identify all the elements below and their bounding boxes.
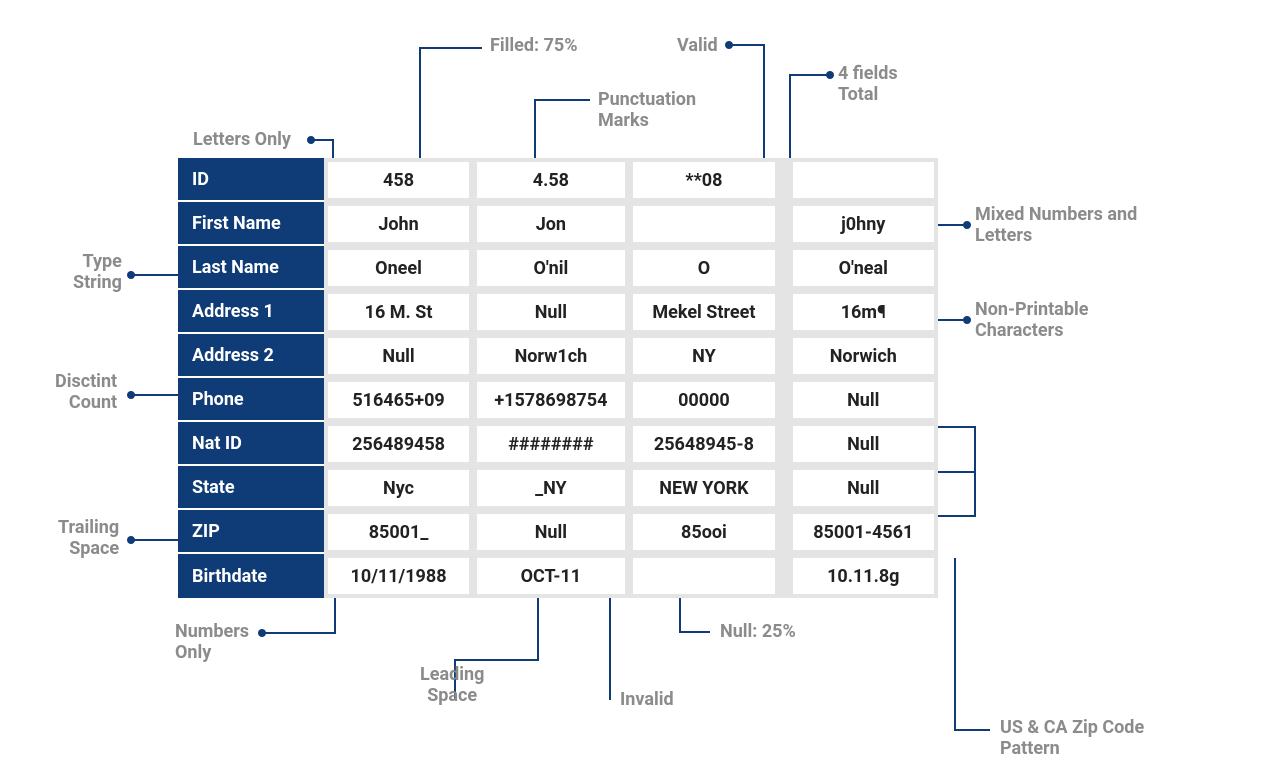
row-header: Address 2 — [178, 334, 324, 378]
table-row: Birthdate 10/11/1988 OCT-11 10.11.8g — [178, 554, 938, 598]
cell: Norwich — [789, 334, 938, 378]
cell: **08 — [629, 158, 779, 202]
table-row: Last Name Oneel O'nil O O'neal — [178, 246, 938, 290]
separator — [779, 158, 789, 202]
row-header: ZIP — [178, 510, 324, 554]
cell: NY — [629, 334, 779, 378]
separator — [779, 246, 789, 290]
cell: Jon — [473, 202, 629, 246]
cell: 85ooi — [629, 510, 779, 554]
diagram-stage: Filled: 75% Valid Punctuation Marks 4 fi… — [0, 0, 1276, 783]
annotation-punctuation: Punctuation Marks — [598, 90, 696, 131]
cell: ######## — [473, 422, 629, 466]
cell: _NY — [473, 466, 629, 510]
table-row: Nat ID 256489458 ######## 25648945-8 Nul… — [178, 422, 938, 466]
separator — [779, 334, 789, 378]
table-row: Address 2 Null Norw1ch NY Norwich — [178, 334, 938, 378]
cell: Norw1ch — [473, 334, 629, 378]
cell: 85001-4561 — [789, 510, 938, 554]
cell — [629, 202, 779, 246]
cell: 10.11.8g — [789, 554, 938, 598]
cell: Null — [789, 466, 938, 510]
separator — [779, 378, 789, 422]
separator — [779, 510, 789, 554]
separator — [779, 422, 789, 466]
cell: Null — [789, 378, 938, 422]
annotation-mixed: Mixed Numbers and Letters — [975, 205, 1137, 246]
separator — [779, 466, 789, 510]
cell: 10/11/1988 — [324, 554, 473, 598]
cell — [629, 554, 779, 598]
cell: 85001_ — [324, 510, 473, 554]
cell: +1578698754 — [473, 378, 629, 422]
cell: Mekel Street — [629, 290, 779, 334]
cell: Null — [789, 422, 938, 466]
annotation-trailing-space: Trailing Space — [58, 518, 119, 559]
table-row: State Nyc _NY NEW YORK Null — [178, 466, 938, 510]
row-header: Phone — [178, 378, 324, 422]
row-header: Birthdate — [178, 554, 324, 598]
annotation-fields-total: 4 fields Total — [838, 64, 898, 105]
table-row: Address 1 16 M. St Null Mekel Street 16m… — [178, 290, 938, 334]
cell: Oneel — [324, 246, 473, 290]
data-table: ID 458 4.58 **08 First Name John Jon j0h… — [178, 158, 938, 598]
annotation-type-string: Type String — [73, 252, 122, 293]
cell: John — [324, 202, 473, 246]
row-header: Last Name — [178, 246, 324, 290]
annotation-letters-only: Letters Only — [193, 130, 291, 151]
cell: NEW YORK — [629, 466, 779, 510]
cell: 458 — [324, 158, 473, 202]
table-row: First Name John Jon j0hny — [178, 202, 938, 246]
annotation-numbers-only: Numbers Only — [175, 622, 249, 663]
annotation-valid: Valid — [677, 36, 718, 57]
annotation-leading-space: Leading Space — [420, 665, 484, 706]
cell: Null — [324, 334, 473, 378]
annotation-distinct-count: Disctint Count — [55, 372, 117, 413]
row-header: Address 1 — [178, 290, 324, 334]
table-row: Phone 516465+09 +1578698754 00000 Null — [178, 378, 938, 422]
annotation-null-pct: Null: 25% — [720, 622, 796, 643]
annotation-filled: Filled: 75% — [490, 36, 578, 57]
cell: Nyc — [324, 466, 473, 510]
row-header: ID — [178, 158, 324, 202]
separator — [779, 554, 789, 598]
annotation-invalid: Invalid — [620, 690, 674, 711]
separator — [779, 202, 789, 246]
annotation-zip-pattern: US & CA Zip Code Pattern — [1000, 718, 1144, 759]
cell: j0hny — [789, 202, 938, 246]
cell: 16m¶ — [789, 290, 938, 334]
separator — [779, 290, 789, 334]
cell: O'neal — [789, 246, 938, 290]
cell: O'nil — [473, 246, 629, 290]
cell: 4.58 — [473, 158, 629, 202]
cell: OCT-11 — [473, 554, 629, 598]
cell: 256489458 — [324, 422, 473, 466]
cell — [789, 158, 938, 202]
table-row: ZIP 85001_ Null 85ooi 85001-4561 — [178, 510, 938, 554]
cell: O — [629, 246, 779, 290]
table-row: ID 458 4.58 **08 — [178, 158, 938, 202]
cell: 516465+09 — [324, 378, 473, 422]
cell: Null — [473, 290, 629, 334]
annotation-non-printable: Non-Printable Characters — [975, 300, 1088, 341]
cell: Null — [473, 510, 629, 554]
row-header: State — [178, 466, 324, 510]
cell: 16 M. St — [324, 290, 473, 334]
row-header: First Name — [178, 202, 324, 246]
cell: 00000 — [629, 378, 779, 422]
cell: 25648945-8 — [629, 422, 779, 466]
data-table-body: ID 458 4.58 **08 First Name John Jon j0h… — [178, 158, 938, 598]
row-header: Nat ID — [178, 422, 324, 466]
